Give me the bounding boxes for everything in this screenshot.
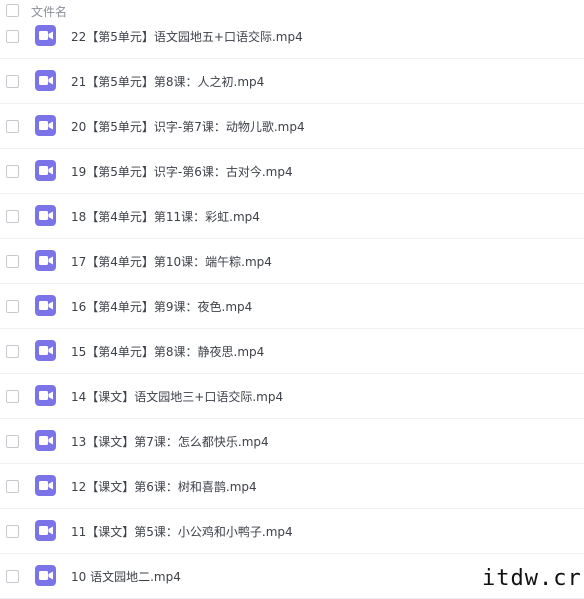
file-name[interactable]: 16【第4单元】第9课：夜色.mp4 — [71, 298, 252, 315]
file-name[interactable]: 11【课文】第5课：小公鸡和小鸭子.mp4 — [71, 523, 293, 540]
file-row[interactable]: 13【课文】第7课：怎么都快乐.mp4 — [0, 419, 584, 464]
video-file-icon — [35, 520, 56, 541]
file-name[interactable]: 15【第4单元】第8课：静夜思.mp4 — [71, 343, 264, 360]
row-checkbox[interactable] — [6, 255, 19, 268]
file-name[interactable]: 22【第5单元】语文园地五+口语交际.mp4 — [71, 28, 303, 45]
video-file-icon — [35, 385, 56, 406]
file-name[interactable]: 10 语文园地二.mp4 — [71, 568, 181, 585]
video-file-icon — [35, 295, 56, 316]
file-row[interactable]: 11【课文】第5课：小公鸡和小鸭子.mp4 — [0, 509, 584, 554]
row-checkbox[interactable] — [6, 480, 19, 493]
video-file-icon — [35, 205, 56, 226]
file-name[interactable]: 14【课文】语文园地三+口语交际.mp4 — [71, 388, 283, 405]
video-file-icon — [35, 250, 56, 271]
select-all-checkbox[interactable] — [6, 4, 19, 17]
video-file-icon — [35, 565, 56, 586]
file-row[interactable]: 15【第4单元】第8课：静夜思.mp4 — [0, 329, 584, 374]
video-file-icon — [35, 25, 56, 46]
video-file-icon — [35, 430, 56, 451]
file-row[interactable]: 17【第4单元】第10课：端午粽.mp4 — [0, 239, 584, 284]
row-checkbox[interactable] — [6, 165, 19, 178]
column-header-filename[interactable]: 文件名 — [31, 3, 67, 20]
file-name[interactable]: 13【课文】第7课：怎么都快乐.mp4 — [71, 433, 269, 450]
row-checkbox[interactable] — [6, 390, 19, 403]
list-header: 文件名 — [0, 0, 584, 22]
file-row[interactable]: 21【第5单元】第8课：人之初.mp4 — [0, 59, 584, 104]
file-name[interactable]: 20【第5单元】识字-第7课：动物儿歌.mp4 — [71, 118, 305, 135]
video-file-icon — [35, 70, 56, 91]
watermark-text: itdw.cr — [482, 566, 582, 591]
row-checkbox[interactable] — [6, 210, 19, 223]
file-name[interactable]: 17【第4单元】第10课：端午粽.mp4 — [71, 253, 272, 270]
file-name[interactable]: 18【第4单元】第11课：彩虹.mp4 — [71, 208, 260, 225]
file-name[interactable]: 21【第5单元】第8课：人之初.mp4 — [71, 73, 264, 90]
row-checkbox[interactable] — [6, 300, 19, 313]
video-file-icon — [35, 475, 56, 496]
file-name[interactable]: 19【第5单元】识字-第6课：古对今.mp4 — [71, 163, 293, 180]
video-file-icon — [35, 115, 56, 136]
row-checkbox[interactable] — [6, 30, 19, 43]
file-row[interactable]: 12【课文】第6课：树和喜鹊.mp4 — [0, 464, 584, 509]
row-checkbox[interactable] — [6, 120, 19, 133]
file-name[interactable]: 12【课文】第6课：树和喜鹊.mp4 — [71, 478, 257, 495]
file-row[interactable]: 19【第5单元】识字-第6课：古对今.mp4 — [0, 149, 584, 194]
file-row[interactable]: 16【第4单元】第9课：夜色.mp4 — [0, 284, 584, 329]
video-file-icon — [35, 160, 56, 181]
video-file-icon — [35, 340, 56, 361]
file-row[interactable]: 14【课文】语文园地三+口语交际.mp4 — [0, 374, 584, 419]
row-checkbox[interactable] — [6, 435, 19, 448]
row-checkbox[interactable] — [6, 75, 19, 88]
file-row[interactable]: 18【第4单元】第11课：彩虹.mp4 — [0, 194, 584, 239]
row-checkbox[interactable] — [6, 570, 19, 583]
file-row[interactable]: 20【第5单元】识字-第7课：动物儿歌.mp4 — [0, 104, 584, 149]
row-checkbox[interactable] — [6, 345, 19, 358]
row-checkbox[interactable] — [6, 525, 19, 538]
